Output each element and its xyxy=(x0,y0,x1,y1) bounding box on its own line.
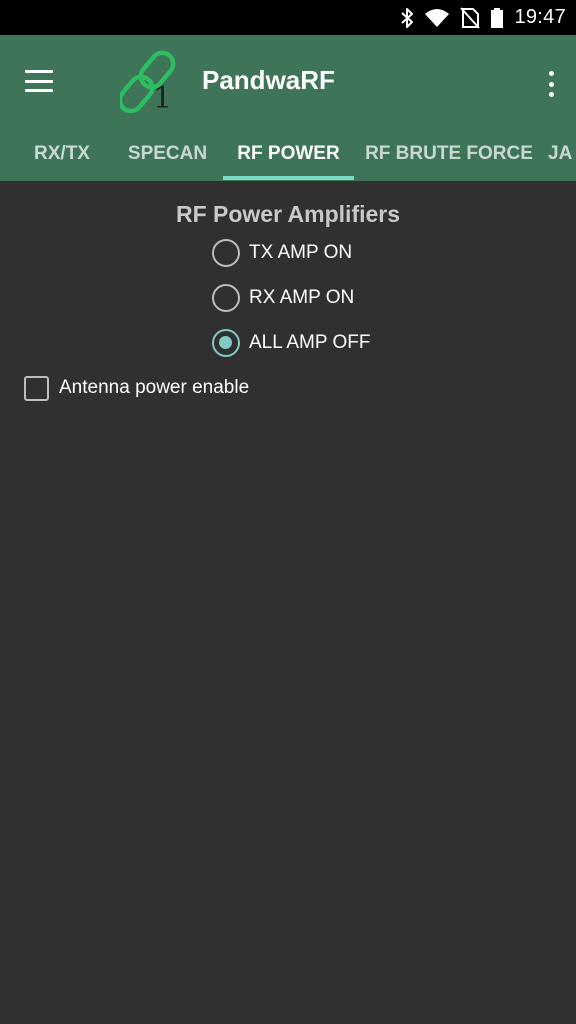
radio-button[interactable] xyxy=(212,284,240,312)
radio-tx-amp-on[interactable]: TX AMP ON xyxy=(212,238,352,268)
radio-label: TX AMP ON xyxy=(249,242,353,263)
tab-ja[interactable]: JA xyxy=(548,127,576,181)
tab-bar: RX/TX SPECAN RF POWER RF BRUTE FORCE JA xyxy=(0,127,576,181)
antenna-power-checkbox[interactable] xyxy=(24,375,49,401)
wifi-icon xyxy=(424,8,450,28)
tab-rf-brute-force[interactable]: RF BRUTE FORCE xyxy=(358,127,540,181)
toolbar: 1 PandwaRF xyxy=(0,35,576,127)
app-title: PandwaRF xyxy=(202,65,335,95)
app-logo: 1 xyxy=(117,49,180,116)
radio-all-amp-off[interactable]: ALL AMP OFF xyxy=(212,328,370,358)
radio-rx-amp-on[interactable]: RX AMP ON xyxy=(212,283,354,313)
radio-button[interactable] xyxy=(212,239,240,267)
no-sim-icon xyxy=(460,6,481,29)
tab-indicator xyxy=(223,176,354,180)
battery-icon xyxy=(490,7,504,29)
svg-text:1: 1 xyxy=(153,81,172,113)
tab-rx-tx[interactable]: RX/TX xyxy=(14,127,110,181)
bluetooth-icon xyxy=(400,7,414,29)
radio-label: ALL AMP OFF xyxy=(249,332,371,353)
tab-rf-power[interactable]: RF POWER xyxy=(223,127,354,181)
radio-button-selected[interactable] xyxy=(212,329,240,357)
rf-power-panel: RF Power Amplifiers TX AMP ON RX AMP ON … xyxy=(0,181,576,1024)
radio-label: RX AMP ON xyxy=(249,287,355,308)
status-bar: 19:47 xyxy=(0,0,576,35)
checkbox-label: Antenna power enable xyxy=(59,377,250,398)
tab-specan[interactable]: SPECAN xyxy=(112,127,223,181)
app-bar: 1 PandwaRF RX/TX SPECAN RF POWER RF BRUT… xyxy=(0,35,576,181)
overflow-menu-icon[interactable] xyxy=(546,71,556,97)
hamburger-menu-icon[interactable] xyxy=(22,66,56,96)
antenna-power-checkbox-row[interactable]: Antenna power enable xyxy=(24,374,249,402)
status-time: 19:47 xyxy=(514,6,566,28)
section-title: RF Power Amplifiers xyxy=(175,201,401,227)
